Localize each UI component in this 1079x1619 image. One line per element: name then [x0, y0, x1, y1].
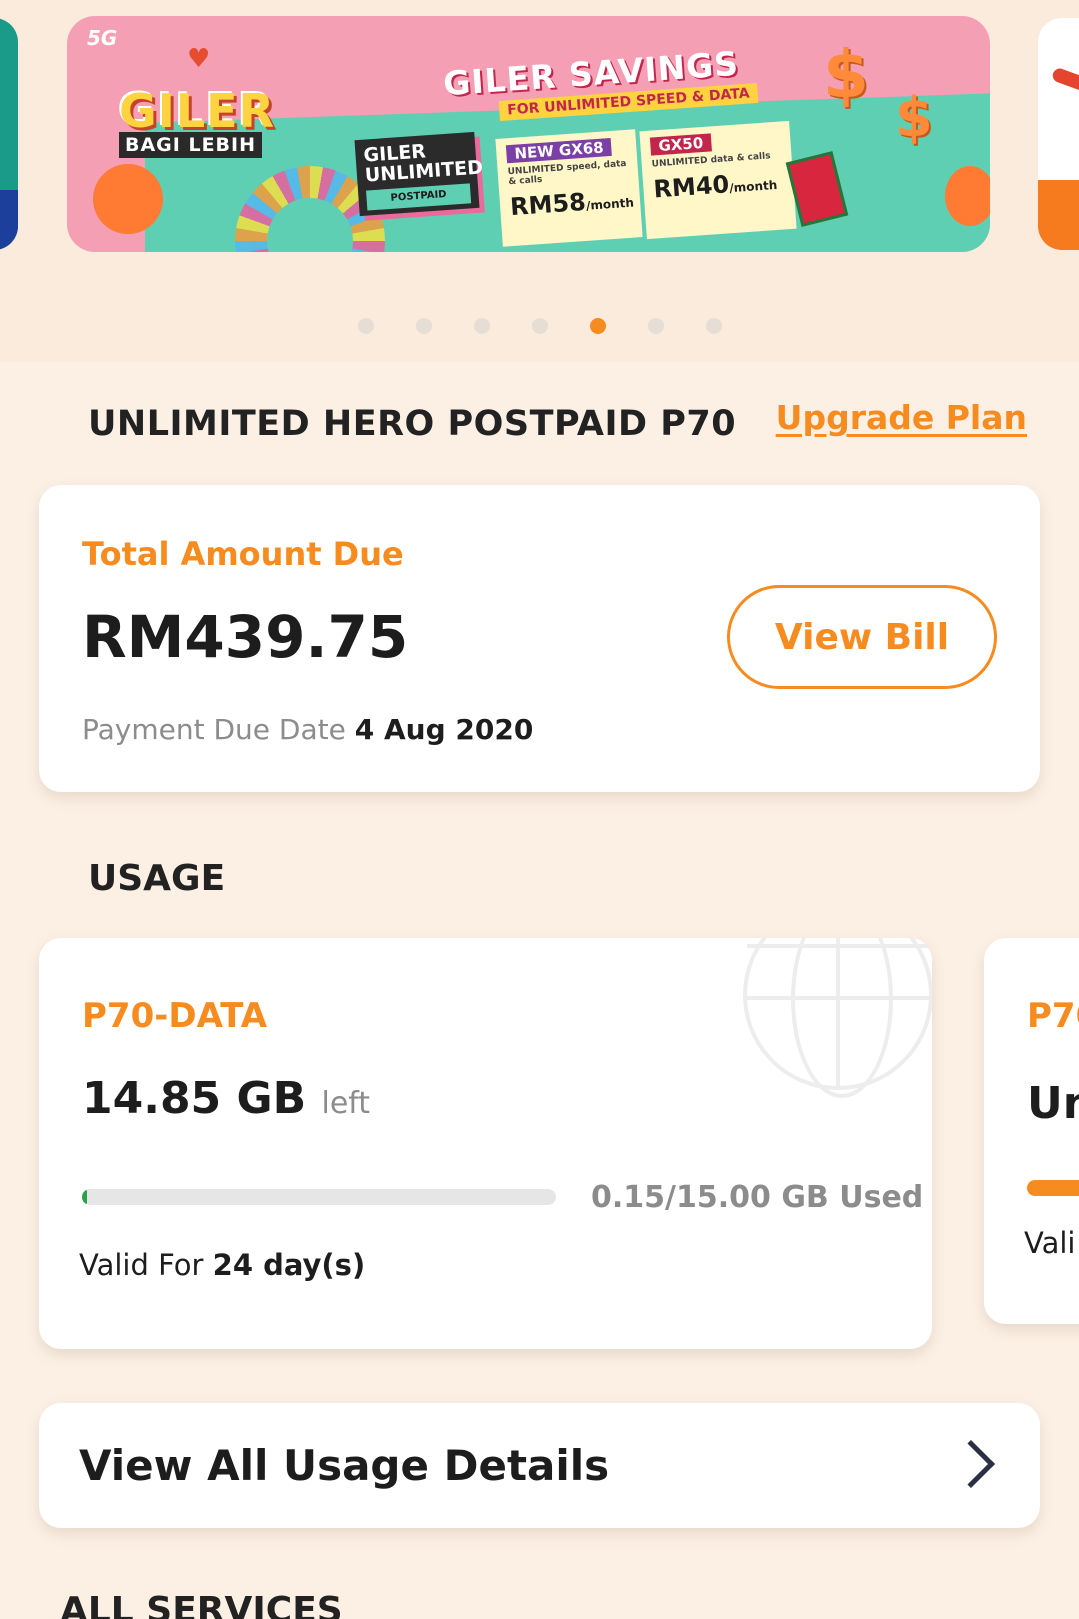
brand-subtitle: BAGI LEBIH	[119, 132, 263, 158]
bill-card: Total Amount Due RM439.75 View Bill Paym…	[39, 485, 1040, 792]
data-remaining: 14.85 GB left	[82, 1073, 371, 1124]
carousel-dot[interactable]	[358, 318, 374, 334]
plan-title: UNLIMITED HERO POSTPAID P70	[88, 404, 737, 444]
usage-value: Un	[1027, 1078, 1079, 1129]
usage-card-data[interactable]: P70-DATA 14.85 GB left 0.15/15.00 GB Use…	[39, 938, 932, 1349]
5g-badge: 5G	[87, 26, 118, 50]
payment-due: Payment Due Date 4 Aug 2020	[82, 713, 533, 746]
offer-tag: GX50	[649, 133, 712, 156]
carousel-dot[interactable]	[590, 318, 606, 334]
carousel-dot[interactable]	[706, 318, 722, 334]
usage-used-text: 0.15/15.00 GB Used	[591, 1180, 924, 1215]
product-name: GILER UNLIMITED	[362, 140, 484, 187]
promo-banner[interactable]: 5G ♥ GILER BAGI LEBIH GILER SAVINGS FOR …	[67, 16, 990, 252]
previous-banner-peek[interactable]	[0, 18, 18, 250]
usage-progress-fill	[82, 1189, 87, 1205]
offer-tag: NEW GX68	[505, 137, 613, 164]
pompom-graphic	[93, 164, 163, 234]
carousel-dot[interactable]	[648, 318, 664, 334]
payment-due-date: 4 Aug 2020	[354, 713, 534, 746]
validity: Valid For 24 day(s)	[79, 1248, 366, 1282]
offer-price: RM58/month	[509, 187, 635, 222]
usage-card-next[interactable]: P70 Un Vali	[984, 938, 1079, 1324]
chevron-right-icon	[946, 1439, 996, 1489]
carousel-dot[interactable]	[416, 318, 432, 334]
offer-price: RM40/month	[652, 170, 778, 204]
product-type: POSTPAID	[366, 183, 472, 211]
usage-progress-bar	[1027, 1180, 1079, 1196]
dollar-balloon-icon: $	[895, 86, 933, 149]
view-all-usage-label: View All Usage Details	[79, 1441, 610, 1490]
usage-section-title: USAGE	[88, 858, 226, 899]
upgrade-plan-link[interactable]: Upgrade Plan	[776, 398, 1027, 437]
globe-icon	[743, 938, 932, 1098]
view-all-usage-row[interactable]: View All Usage Details	[39, 1403, 1040, 1528]
brand-title: GILER	[119, 84, 276, 138]
pompom-graphic	[945, 166, 990, 226]
next-banner-peek[interactable]	[1038, 18, 1079, 250]
dollar-balloon-icon: $	[823, 36, 869, 113]
carousel-pagination	[358, 318, 764, 334]
validity: Vali	[1024, 1226, 1076, 1260]
promo-carousel[interactable]: 5G ♥ GILER BAGI LEBIH GILER SAVINGS FOR …	[0, 0, 1079, 362]
usage-plan-name: P70	[1027, 996, 1079, 1036]
total-due-amount: RM439.75	[82, 603, 409, 671]
payment-due-label: Payment Due Date	[82, 713, 346, 746]
carousel-dot[interactable]	[532, 318, 548, 334]
view-bill-button[interactable]: View Bill	[727, 585, 997, 689]
usage-plan-name: P70-DATA	[82, 996, 268, 1036]
app-screen: 5G ♥ GILER BAGI LEBIH GILER SAVINGS FOR …	[0, 0, 1079, 1619]
offer-card: GX50 UNLIMITED data & calls RM40/month	[639, 120, 797, 240]
all-services-title: ALL SERVICES	[60, 1590, 343, 1619]
usage-progress-bar	[82, 1189, 556, 1205]
finger-heart-icon: ♥	[187, 44, 211, 74]
offer-card: NEW GX68 UNLIMITED speed, data & calls R…	[495, 129, 643, 247]
carousel-dot[interactable]	[474, 318, 490, 334]
total-due-label: Total Amount Due	[82, 535, 404, 573]
product-badge: GILER UNLIMITED POSTPAID	[354, 131, 484, 217]
offer-description: UNLIMITED speed, data & calls	[507, 158, 627, 188]
